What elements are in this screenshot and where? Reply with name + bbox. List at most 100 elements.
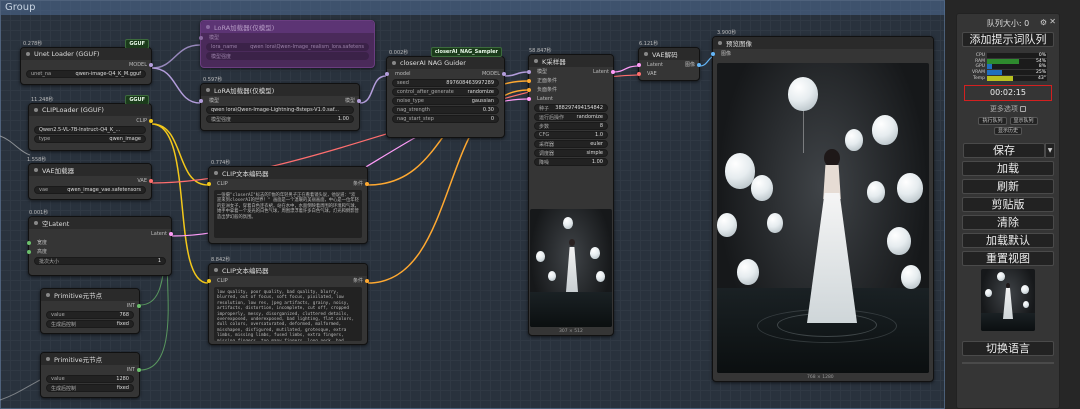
reset-view-button[interactable]: 重置视图 bbox=[962, 250, 1054, 266]
denoise-widget[interactable]: 降噪 1.00 bbox=[534, 158, 608, 166]
output-port-icon[interactable] bbox=[697, 62, 701, 67]
unet-name-widget[interactable]: unet_na qwen-image-Q4_K_M.gguf bbox=[26, 70, 146, 78]
sampler-widget[interactable]: 采样器 euler bbox=[534, 140, 608, 148]
ksampler-preview-image[interactable] bbox=[530, 209, 612, 327]
lora-name-widget[interactable]: qwen lora\Qwen-Image-Lightning-8steps-V1… bbox=[206, 106, 354, 114]
input-port-icon[interactable] bbox=[637, 71, 641, 76]
node-unet-loader[interactable]: 0.278秒 GGUF Unet Loader (GGUF) MODEL une… bbox=[20, 39, 153, 85]
node-clip-text-positive[interactable]: 0.774秒 CLIP文本编码器 CLIP 条件 一张摄"closerAI"标志的… bbox=[207, 160, 369, 244]
collapse-dot-icon[interactable] bbox=[26, 52, 30, 56]
prompt-textarea[interactable]: 一张摄"closerAI"标志的T恤的年轻男子正在看着镜头说，他说道："欢迎来到… bbox=[214, 190, 362, 238]
load-default-button[interactable]: 加载默认 bbox=[962, 232, 1054, 248]
collapse-dot-icon[interactable] bbox=[34, 168, 38, 172]
close-icon[interactable]: ✕ bbox=[1049, 17, 1056, 26]
negative-prompt-textarea[interactable]: low quality, poor quality, bad quality, … bbox=[214, 287, 362, 341]
input-port-icon[interactable] bbox=[207, 181, 211, 186]
nag-noise-widget[interactable]: noise_type gaussian bbox=[392, 97, 499, 105]
steps-widget[interactable]: 步数 8 bbox=[534, 122, 608, 130]
save-button[interactable]: 保存 bbox=[963, 142, 1045, 158]
collapse-dot-icon[interactable] bbox=[214, 171, 218, 175]
control-widget[interactable]: 运行后操作 randomize bbox=[534, 113, 608, 121]
cfg-widget[interactable]: CFG 1.0 bbox=[534, 131, 608, 139]
node-lora[interactable]: 0.597秒 LoRA加载器(仅模型) 模型 模型 qwen lora\Qwen-… bbox=[199, 77, 361, 131]
node-primitive-1[interactable]: Primitive元节点 INT value 768 生成后控制 fixed bbox=[40, 288, 141, 334]
run-queue-button[interactable]: 执行队列 bbox=[978, 116, 1007, 125]
input-port-icon[interactable] bbox=[527, 69, 531, 74]
view-queue-button[interactable]: 显示队列 bbox=[1009, 116, 1038, 125]
node-nag-guider[interactable]: 0.002秒 closerAI_NAG_Sampler closerAI NAG… bbox=[385, 47, 506, 138]
output-port-icon[interactable] bbox=[137, 303, 141, 308]
preview-output-image[interactable] bbox=[717, 63, 929, 373]
collapse-dot-icon[interactable] bbox=[718, 41, 722, 45]
input-port-icon[interactable] bbox=[527, 87, 531, 92]
input-port-icon[interactable] bbox=[385, 71, 389, 76]
collapse-dot-icon[interactable] bbox=[34, 221, 38, 225]
value-widget[interactable]: value 1280 bbox=[46, 375, 134, 383]
node-vae-loader[interactable]: 1.558秒 VAE加载器 VAE vae qwen_image_vae.safe… bbox=[27, 157, 153, 200]
node-empty-latent[interactable]: 0.001秒 空Latent Latent 宽度 高度 批次大小 1 bbox=[27, 210, 173, 276]
collapse-dot-icon[interactable] bbox=[644, 52, 648, 56]
node-ksampler[interactable]: 58.847秒 K采样器 模型 Latent 正面条件 负面条件 Latent 种… bbox=[527, 48, 615, 336]
input-port-icon[interactable] bbox=[27, 240, 31, 245]
view-history-button[interactable]: 显示历史 bbox=[993, 126, 1022, 135]
checkbox-icon[interactable] bbox=[1020, 105, 1027, 112]
seed-widget[interactable]: 种子 388297494154842 bbox=[534, 104, 608, 112]
clipspace-button[interactable]: 剪贴版 bbox=[962, 196, 1054, 212]
collapse-dot-icon[interactable] bbox=[534, 59, 538, 63]
output-port-icon[interactable] bbox=[365, 278, 369, 283]
output-port-icon[interactable] bbox=[611, 69, 615, 74]
gear-icon[interactable]: ⚙ bbox=[1040, 18, 1047, 27]
input-port-icon[interactable] bbox=[711, 51, 715, 56]
input-port-icon[interactable] bbox=[27, 249, 31, 254]
output-port-icon[interactable] bbox=[137, 367, 141, 372]
input-port-icon[interactable] bbox=[637, 62, 641, 67]
nag-strength-widget[interactable]: nag_strength 0.30 bbox=[392, 106, 499, 114]
output-port-icon[interactable] bbox=[169, 231, 173, 236]
lora-strength-widget[interactable]: 模型强度 1.00 bbox=[206, 115, 354, 123]
input-port-icon[interactable] bbox=[527, 96, 531, 101]
control-widget[interactable]: 生成后控制 fixed bbox=[46, 320, 134, 328]
batch-size-widget[interactable]: 批次大小 1 bbox=[34, 257, 166, 265]
clip-name-widget[interactable]: Qwen2.5-VL-7B-Instruct-Q4_K_... bbox=[34, 126, 146, 134]
panel-thumbnail[interactable] bbox=[981, 268, 1035, 331]
collapse-dot-icon[interactable] bbox=[34, 108, 38, 112]
node-vae-decode[interactable]: 6.121秒 VAE解码 Latent 图像 VAE bbox=[637, 41, 701, 81]
collapse-dot-icon[interactable] bbox=[206, 88, 210, 92]
output-port-icon[interactable] bbox=[502, 71, 506, 76]
nag-control-widget[interactable]: control_after_generate randomize bbox=[392, 88, 499, 96]
node-clip-loader[interactable]: 11.248秒 GGUF CLIPLoader (GGUF) CLIP Qwen… bbox=[28, 95, 153, 151]
node-primitive-2[interactable]: Primitive元节点 INT value 1280 生成后控制 fixed bbox=[40, 352, 141, 398]
vae-name-widget[interactable]: vae qwen_image_vae.safetensors bbox=[34, 186, 146, 194]
collapse-dot-icon[interactable] bbox=[46, 357, 50, 361]
node-clip-text-negative[interactable]: 8.842秒 CLIP文本编码器 CLIP 条件 low quality, poo… bbox=[207, 257, 369, 345]
collapse-dot-icon[interactable] bbox=[214, 268, 218, 272]
more-options-row[interactable]: 更多选项 bbox=[957, 104, 1059, 114]
save-dropdown-icon[interactable]: ▼ bbox=[1045, 142, 1055, 158]
output-port-icon[interactable] bbox=[149, 178, 153, 183]
output-port-icon[interactable] bbox=[149, 62, 153, 67]
output-port-icon[interactable] bbox=[149, 118, 153, 123]
output-port-icon[interactable] bbox=[357, 98, 361, 103]
lora-name-widget[interactable]: lora_name qwen lora\Qwen-Image_realism_lo… bbox=[206, 43, 369, 51]
switch-language-button[interactable]: 切换语言 bbox=[962, 340, 1054, 356]
nag-seed-widget[interactable]: seed 897608463997289 bbox=[392, 79, 499, 87]
input-port-icon[interactable] bbox=[199, 98, 203, 103]
collapse-dot-icon[interactable] bbox=[46, 293, 50, 297]
clear-button[interactable]: 清除 bbox=[962, 214, 1054, 230]
scheduler-widget[interactable]: 调度器 simple bbox=[534, 149, 608, 157]
output-port-icon[interactable] bbox=[365, 181, 369, 186]
refresh-button[interactable]: 刷新 bbox=[962, 178, 1054, 194]
nag-start-step-widget[interactable]: nag_start_step 0 bbox=[392, 115, 499, 123]
load-button[interactable]: 加载 bbox=[962, 160, 1054, 176]
input-port-icon[interactable] bbox=[207, 278, 211, 283]
node-preview-image[interactable]: 3.900秒 预览图像 图像 768 × 1280 bbox=[711, 30, 934, 382]
clip-type-widget[interactable]: type qwen_image bbox=[34, 135, 146, 143]
input-port-icon[interactable] bbox=[199, 35, 203, 40]
node-lora-bypassed[interactable]: LoRA加载器(仅模型) 模型 lora_name qwen lora\Qwen-… bbox=[199, 20, 375, 68]
group-header[interactable]: Group bbox=[1, 1, 946, 15]
lora-strength-widget[interactable]: 模型强度 bbox=[206, 52, 369, 60]
value-widget[interactable]: value 768 bbox=[46, 311, 134, 319]
collapse-dot-icon[interactable] bbox=[392, 61, 396, 65]
queue-prompt-button[interactable]: 添加提示词队列 bbox=[962, 32, 1054, 47]
control-widget[interactable]: 生成后控制 fixed bbox=[46, 384, 134, 392]
